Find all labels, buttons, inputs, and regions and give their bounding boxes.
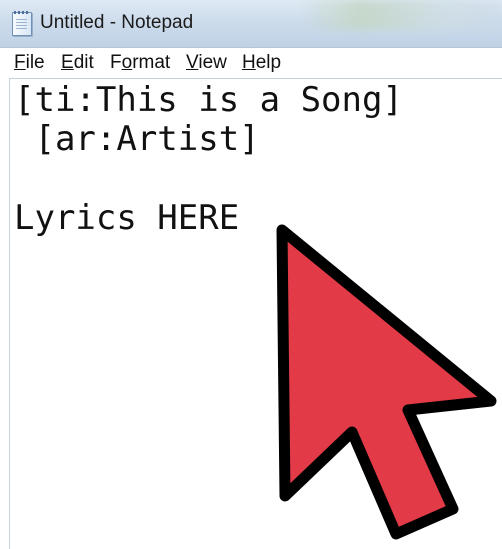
menu-edit[interactable]: Edit [61, 52, 94, 74]
menu-format-rest: rmat [132, 52, 171, 73]
menu-format-pre: F [110, 52, 122, 73]
notepad-window: Untitled - Notepad File Edit Format View… [0, 0, 502, 549]
menu-help-accesskey: H [242, 52, 256, 73]
menu-format-accesskey: o [121, 52, 133, 73]
menu-file-rest: ile [25, 52, 45, 73]
text-line-1: [ti:This is a Song] [14, 80, 403, 120]
window-title: Untitled - Notepad [40, 12, 194, 33]
text-line-4: Lyrics HERE [14, 198, 240, 238]
menu-edit-rest: dit [73, 52, 94, 73]
text-line-2: [ar:Artist] [14, 119, 260, 159]
menu-bar: File Edit Format View Help [0, 47, 502, 78]
menu-view-rest: iew [198, 52, 227, 73]
notepad-icon[interactable] [12, 11, 32, 36]
menu-help-rest: elp [255, 52, 282, 73]
blurred-background [300, 0, 502, 30]
menu-format[interactable]: Format [110, 52, 170, 74]
menu-help[interactable]: Help [242, 52, 281, 74]
menu-file-accesskey: F [14, 52, 26, 73]
text-editor[interactable]: [ti:This is a Song] [ar:Artist] Lyrics H… [9, 78, 502, 549]
menu-edit-accesskey: E [61, 52, 74, 73]
title-bar[interactable]: Untitled - Notepad [0, 0, 502, 47]
menu-file[interactable]: File [14, 52, 45, 74]
menu-view-accesskey: V [186, 52, 199, 73]
menu-view[interactable]: View [186, 52, 227, 74]
